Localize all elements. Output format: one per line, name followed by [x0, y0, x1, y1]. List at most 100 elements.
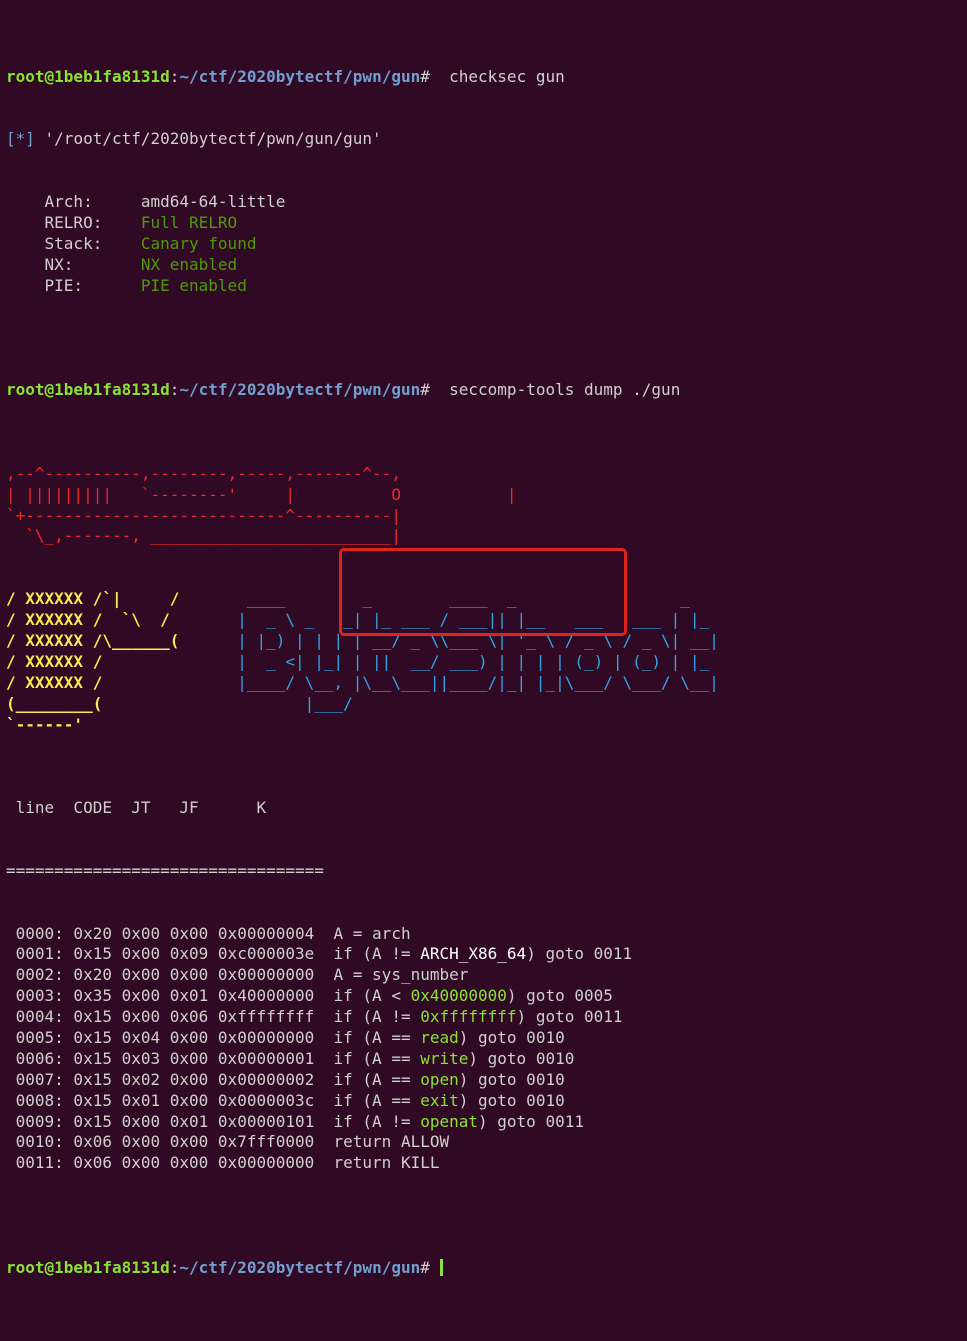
checksec-file: '/root/ctf/2020bytectf/pwn/gun/gun' [34, 129, 382, 149]
ascii-art-gun-grip: `------' [6, 714, 180, 734]
bpf-instruction: 0003: 0x35 0x00 0x01 0x40000000 [6, 986, 334, 1006]
prompt-user: root@1beb1fa8131d [6, 1257, 170, 1277]
bpf-row: 0001: 0x15 0x00 0x09 0xc000003e if (A !=… [6, 944, 967, 965]
bpf-row: 0003: 0x35 0x00 0x01 0x40000000 if (A < … [6, 986, 967, 1007]
ascii-art-line: (________( |___/ [6, 694, 967, 715]
checksec-key: Stack: [6, 233, 141, 253]
prompt-line: root@1beb1fa8131d:~/ctf/2020bytectf/pwn/… [6, 1258, 967, 1279]
ascii-art-line: `\_,-------, _________________________| [6, 526, 967, 547]
bpf-instruction: 0002: 0x20 0x00 0x00 0x00000000 [6, 965, 334, 985]
checksec-key: NX: [6, 254, 141, 274]
checksec-fields: Arch: amd64-64-little RELRO: Full RELRO … [6, 192, 967, 296]
bpf-pseudocode: if (A == [333, 1028, 421, 1047]
checksec-value: amd64-64-little [140, 192, 286, 212]
ascii-art-line: | ||||||||| `--------' | O | [6, 485, 967, 506]
ascii-art-gun-grip: / XXXXXX / [6, 651, 180, 671]
terminal-window[interactable]: root@1beb1fa8131d:~/ctf/2020bytectf/pwn/… [0, 0, 967, 1277]
ascii-art-line: `------' [6, 715, 967, 736]
bpf-row: 0011: 0x06 0x00 0x00 0x00000000 return K… [6, 1153, 967, 1174]
bpf-instruction: 0009: 0x15 0x00 0x01 0x00000101 [6, 1111, 334, 1131]
prompt-path: ~/ctf/2020bytectf/pwn/gun [179, 380, 421, 400]
bpf-pseudocode: ) goto 0011 [478, 1111, 584, 1131]
bpf-instruction: 0000: 0x20 0x00 0x00 0x00000004 [6, 923, 334, 943]
bpf-row: 0005: 0x15 0x04 0x00 0x00000000 if (A ==… [6, 1028, 967, 1049]
bpf-pseudocode: ) goto 0010 [468, 1048, 575, 1068]
bpf-instruction: 0010: 0x06 0x00 0x00 0x7fff0000 [6, 1132, 334, 1152]
ascii-art-line: / XXXXXX / | _ <| |_| | || __/ ___) | | … [6, 652, 967, 673]
ascii-art-text: `\_,-------, _________________________| [6, 526, 401, 546]
bpf-pseudocode: 0xffffffff [420, 1007, 517, 1027]
bpf-pseudocode: write [420, 1048, 469, 1068]
ascii-art-line: ,--^----------,--------,-----,-------^--… [6, 464, 967, 485]
bpf-pseudocode: 0x40000000 [410, 986, 507, 1006]
bpf-instruction: 0007: 0x15 0x02 0x00 0x00000002 [6, 1069, 334, 1089]
prompt-user: root@1beb1fa8131d [6, 380, 170, 400]
bpf-pseudocode: openat [420, 1111, 479, 1131]
ascii-art-logo: |___/ [179, 693, 353, 713]
bpf-pseudocode: ) goto 0010 [458, 1069, 565, 1089]
ascii-art-gun-grip: (________( [6, 693, 180, 713]
bpf-pseudocode: if (A != [333, 1111, 421, 1131]
ascii-art-logo: | _ <| |_| | || __/ ___) | | | | (_) | (… [179, 651, 719, 671]
ascii-art-gun-grip: / XXXXXX /`| / [6, 589, 180, 609]
bpf-pseudocode: A = sys_number [333, 965, 469, 985]
bpf-pseudocode: exit [420, 1090, 459, 1110]
ascii-art-text: | ||||||||| `--------' | O | [6, 484, 517, 504]
bpf-pseudocode: ARCH_X86_64 [420, 944, 527, 964]
checksec-field: RELRO: Full RELRO [6, 213, 967, 234]
checksec-key: Arch: [6, 192, 141, 212]
prompt-user: root@1beb1fa8131d [6, 66, 170, 86]
bpf-header: line CODE JT JF K [6, 798, 267, 818]
bpf-pseudocode: open [420, 1069, 459, 1089]
bpf-pseudocode: ) goto 0011 [526, 944, 633, 964]
bpf-pseudocode: if (A == [333, 1069, 421, 1089]
bpf-rows: 0000: 0x20 0x00 0x00 0x00000004 A = arch… [6, 924, 967, 1175]
ascii-art-gun-grip: / XXXXXX /\______( [6, 630, 180, 650]
prompt-path: ~/ctf/2020bytectf/pwn/gun [179, 66, 421, 86]
cursor[interactable] [439, 1258, 443, 1276]
ascii-art-logo: |____/ \__, |\__\___||____/|_| |_|\___/ … [179, 672, 719, 692]
checksec-key: RELRO: [6, 213, 141, 233]
bpf-instruction: 0008: 0x15 0x01 0x00 0x0000003c [6, 1090, 334, 1110]
checksec-value: Full RELRO [140, 213, 238, 233]
bpf-row: 0008: 0x15 0x01 0x00 0x0000003c if (A ==… [6, 1091, 967, 1112]
ascii-art-text: `+---------------------------^----------… [6, 505, 401, 525]
bpf-pseudocode: ) goto 0005 [506, 986, 613, 1006]
checksec-field: PIE: PIE enabled [6, 276, 967, 297]
bpf-separator: ================================= [6, 860, 324, 880]
bpf-row: 0010: 0x06 0x00 0x00 0x7fff0000 return A… [6, 1132, 967, 1153]
bpf-pseudocode: ) goto 0011 [516, 1007, 623, 1027]
checksec-key: PIE: [6, 275, 141, 295]
bpf-row: 0006: 0x15 0x03 0x00 0x00000001 if (A ==… [6, 1049, 967, 1070]
bpf-pseudocode: if (A == [333, 1090, 421, 1110]
bpf-pseudocode: return KILL [333, 1153, 440, 1173]
bpf-pseudocode: if (A != [333, 1007, 421, 1027]
checksec-file-line: [*] '/root/ctf/2020bytectf/pwn/gun/gun' [6, 129, 382, 149]
ascii-art-gun-grip: / XXXXXX / [6, 672, 180, 692]
bpf-pseudocode: ) goto 0010 [458, 1090, 565, 1110]
bpf-instruction: 0006: 0x15 0x03 0x00 0x00000001 [6, 1048, 334, 1068]
ascii-art-line: `+---------------------------^----------… [6, 506, 967, 527]
prompt-path: ~/ctf/2020bytectf/pwn/gun [179, 1257, 421, 1277]
bpf-row: 0002: 0x20 0x00 0x00 0x00000000 A = sys_… [6, 965, 967, 986]
ascii-art-line: / XXXXXX / |____/ \__, |\__\___||____/|_… [6, 673, 967, 694]
bpf-pseudocode: if (A != [333, 944, 421, 964]
bpf-pseudocode: if (A == [333, 1048, 421, 1068]
bpf-row: 0004: 0x15 0x00 0x06 0xffffffff if (A !=… [6, 1007, 967, 1028]
bpf-row: 0007: 0x15 0x02 0x00 0x00000002 if (A ==… [6, 1070, 967, 1091]
command-text: checksec gun [439, 66, 565, 86]
bpf-pseudocode: read [420, 1028, 459, 1047]
checksec-field: Arch: amd64-64-little [6, 192, 967, 213]
bpf-instruction: 0005: 0x15 0x04 0x00 0x00000000 [6, 1028, 334, 1047]
ascii-art-gun-barrel: ,--^----------,--------,-----,-------^--… [6, 464, 967, 548]
prompt-line: root@1beb1fa8131d:~/ctf/2020bytectf/pwn/… [6, 66, 565, 86]
bpf-pseudocode: A = arch [333, 923, 411, 943]
bpf-instruction: 0004: 0x15 0x00 0x06 0xffffffff [6, 1007, 334, 1027]
bpf-instruction: 0011: 0x06 0x00 0x00 0x00000000 [6, 1153, 334, 1173]
checksec-value: NX enabled [140, 254, 238, 274]
bpf-instruction: 0001: 0x15 0x00 0x09 0xc000003e [6, 944, 334, 964]
bpf-row: 0009: 0x15 0x00 0x01 0x00000101 if (A !=… [6, 1112, 967, 1133]
prompt-line: root@1beb1fa8131d:~/ctf/2020bytectf/pwn/… [6, 380, 681, 400]
bpf-pseudocode: return ALLOW [333, 1132, 450, 1152]
ascii-art-gun-grip: / XXXXXX / `\ / [6, 610, 180, 630]
